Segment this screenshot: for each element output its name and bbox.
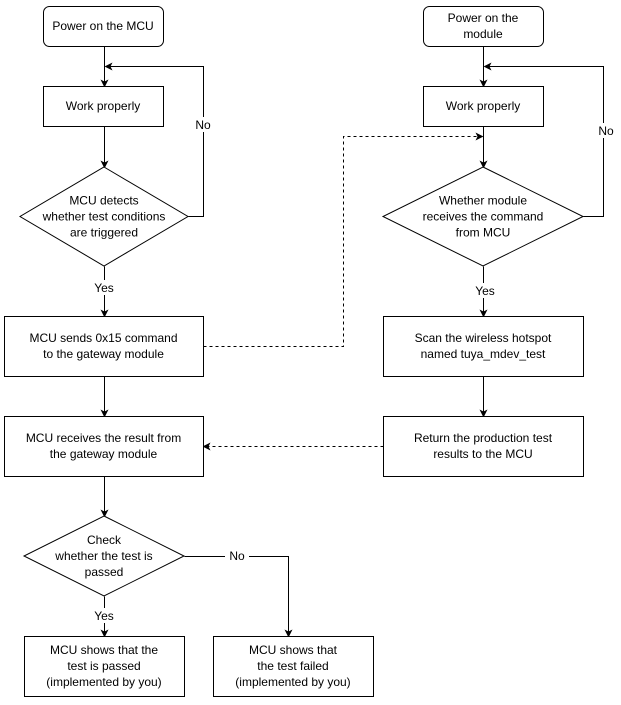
edge-check-pass-to-show-fail	[184, 556, 293, 638]
node-text-line: module	[463, 27, 503, 41]
node-mod-scan: Scan the wireless hotspot named tuya_mdev…	[383, 316, 584, 377]
edge-label-yes: Yes	[475, 284, 495, 298]
node-check-pass: Check whether the test is passed	[22, 515, 186, 597]
node-text-line: named tuya_mdev_test	[421, 347, 546, 361]
node-text-line: from MCU	[456, 226, 511, 240]
node-text-line: MCU sends 0x15 command	[29, 331, 177, 345]
node-text-line: (implemented by you)	[235, 675, 350, 689]
node-text-line: MCU shows that	[249, 643, 338, 657]
node-text-line: MCU receives the result from	[26, 431, 181, 445]
node-text-line: Power on the MCU	[52, 19, 153, 33]
node-mod-return: Return the production test results to the…	[383, 416, 584, 477]
node-text-line: Check	[87, 533, 122, 547]
edge-label-yes: Yes	[94, 609, 114, 623]
node-text-line: MCU detects	[69, 194, 138, 208]
node-text-line: (implemented by you)	[46, 675, 161, 689]
nodes-layer: Power on the MCU Work properly MCU detects…	[4, 6, 585, 697]
flowchart-canvas: Power on the MCU Work properly MCU detects…	[4, 6, 618, 697]
node-mcu-work: Work properly	[43, 86, 164, 127]
node-text-line: test is passed	[67, 659, 140, 673]
node-mcu-receive: MCU receives the result from the gateway …	[4, 416, 204, 477]
node-mcu-detect: MCU detects whether test conditions are tr…	[19, 166, 189, 267]
node-mcu-send: MCU sends 0x15 command to the gateway mod…	[4, 316, 204, 377]
edge-label-no: No	[229, 549, 245, 563]
node-mod-power: Power on the module	[423, 6, 544, 47]
node-text-line: results to the MCU	[433, 447, 532, 461]
node-mcu-power: Power on the MCU	[43, 6, 164, 47]
edge-label-no: No	[598, 124, 614, 138]
node-text-line: Scan the wireless hotspot	[415, 331, 552, 345]
node-text-line: Work properly	[66, 99, 140, 113]
node-mod-work: Work properly	[423, 86, 544, 127]
node-text-line: whether test conditions	[42, 210, 166, 224]
node-text-line: Power on the	[448, 11, 519, 25]
node-mod-receive: Whether module receives the command from M…	[381, 166, 585, 267]
node-show-pass: MCU shows that the test is passed (impleme…	[24, 636, 185, 697]
node-show-fail: MCU shows that the test failed (implemente…	[213, 636, 374, 697]
node-text-line: passed	[85, 565, 124, 579]
node-text-line: Work properly	[446, 99, 520, 113]
node-text-line: the gateway module	[50, 447, 158, 461]
node-text-line: receives the command	[423, 210, 544, 224]
node-text-line: whether the test is	[54, 549, 152, 563]
node-text-line: are triggered	[70, 226, 138, 240]
node-text-line: MCU shows that the	[50, 643, 158, 657]
edge-label-no: No	[195, 118, 211, 132]
node-text-line: Return the production test	[414, 431, 553, 445]
node-text-line: to the gateway module	[43, 347, 164, 361]
node-text-line: the test failed	[257, 659, 328, 673]
edge-label-yes: Yes	[94, 281, 114, 295]
node-text-line: Whether module	[439, 194, 527, 208]
